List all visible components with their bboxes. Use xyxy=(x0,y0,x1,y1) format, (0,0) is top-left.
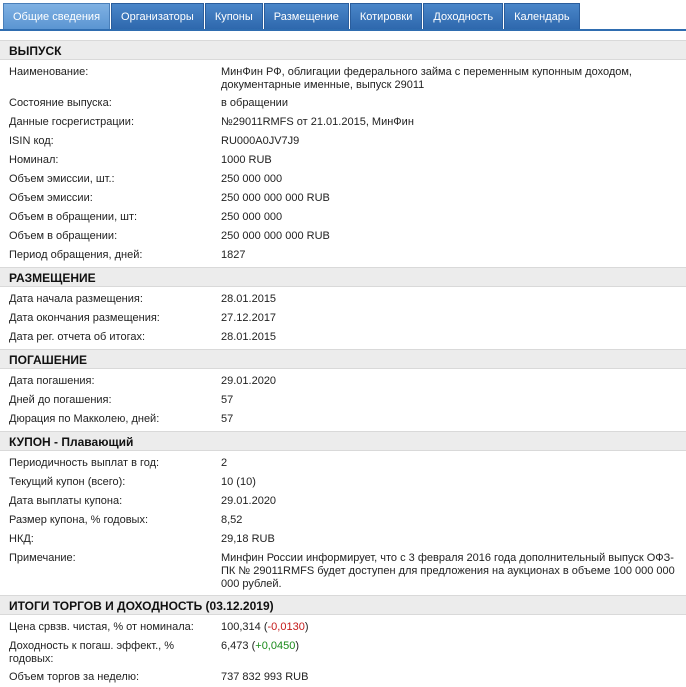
row-placement-start: Дата начала размещения: 28.01.2015 xyxy=(0,290,686,309)
field-label: Номинал: xyxy=(9,154,59,166)
section-placement-heading: РАЗМЕЩЕНИЕ xyxy=(0,267,686,287)
field-label: Объем эмиссии: xyxy=(9,192,93,204)
row-placement-end: Дата окончания размещения: 27.12.2017 xyxy=(0,309,686,328)
row-isin: ISIN код: RU000A0JV7J9 xyxy=(0,132,686,151)
field-value: 250 000 000 xyxy=(221,211,283,223)
row-coupon-date: Дата выплаты купона: 29.01.2020 xyxy=(0,492,686,511)
field-value: 6,473 (+0,0450) xyxy=(221,640,300,652)
section-redemption: Дата погашения: 29.01.2020 Дней до погаше… xyxy=(0,372,686,429)
row-accrued-interest: НКД: 29,18 RUB xyxy=(0,530,686,549)
field-value: МинФин РФ, облигации федерального займа … xyxy=(221,66,632,91)
row-price: Цена срвзв. чистая, % от номинала: 100,3… xyxy=(0,618,686,637)
row-name: Наименование: МинФин РФ, облигации федера… xyxy=(0,63,686,94)
row-weekly-volume: Объем торгов за неделю: 737 832 993 RUB xyxy=(0,668,686,687)
row-issue-volume-pcs: Объем эмиссии, шт.: 250 000 000 xyxy=(0,170,686,189)
row-payment-frequency: Периодичность выплат в год: 2 xyxy=(0,454,686,473)
field-value: 250 000 000 xyxy=(221,173,283,185)
row-issue-volume: Объем эмиссии: 250 000 000 000 RUB xyxy=(0,189,686,208)
field-value: 8,52 xyxy=(221,514,243,526)
row-maturity-date: Дата погашения: 29.01.2020 xyxy=(0,372,686,391)
section-trading: Цена срвзв. чистая, % от номинала: 100,3… xyxy=(0,618,686,687)
field-label: НКД: xyxy=(9,533,34,545)
section-coupon: Периодичность выплат в год: 2 Текущий куп… xyxy=(0,454,686,593)
field-value: Минфин России информирует, что с 3 февра… xyxy=(221,552,675,590)
field-value: 29.01.2020 xyxy=(221,495,277,507)
field-label: Объем торгов за неделю: xyxy=(9,671,140,683)
tab-coupons[interactable]: Купоны xyxy=(204,3,263,29)
field-value: 28.01.2015 xyxy=(221,331,277,343)
field-value: 28.01.2015 xyxy=(221,293,277,305)
tab-quotes[interactable]: Котировки xyxy=(349,3,423,29)
field-label: Текущий купон (всего): xyxy=(9,476,126,488)
row-yield: Доходность к погаш. эффект., % годовых: … xyxy=(0,637,686,668)
tabs: Общие сведения Организаторы Купоны Разме… xyxy=(3,3,580,29)
field-value: 100,314 (-0,0130) xyxy=(221,621,309,633)
field-label: Наименование: xyxy=(9,66,89,78)
row-circulating-volume: Объем в обращении: 250 000 000 000 RUB xyxy=(0,227,686,246)
section-placement: Дата начала размещения: 28.01.2015 Дата о… xyxy=(0,290,686,347)
row-days-to-maturity: Дней до погашения: 57 xyxy=(0,391,686,410)
section-trading-heading: ИТОГИ ТОРГОВ И ДОХОДНОСТЬ (03.12.2019) xyxy=(0,595,686,615)
field-label: Дата погашения: xyxy=(9,375,95,387)
section-redemption-heading: ПОГАШЕНИЕ xyxy=(0,349,686,369)
field-value: 27.12.2017 xyxy=(221,312,277,324)
row-circulating-pcs: Объем в обращении, шт: 250 000 000 xyxy=(0,208,686,227)
field-value: RU000A0JV7J9 xyxy=(221,135,300,147)
field-label: Периодичность выплат в год: xyxy=(9,457,160,469)
field-value: 57 xyxy=(221,394,234,406)
field-value: 1827 xyxy=(221,249,246,261)
field-value: №29011RMFS от 21.01.2015, МинФин xyxy=(221,116,414,128)
field-label: Объем эмиссии, шт.: xyxy=(9,173,115,185)
field-value: в обращении xyxy=(221,97,288,109)
field-label: Период обращения, дней: xyxy=(9,249,143,261)
field-label: Данные госрегистрации: xyxy=(9,116,134,128)
bond-info-panel: ВЫПУСК Наименование: МинФин РФ, облигации… xyxy=(0,40,686,687)
field-label: Цена срвзв. чистая, % от номинала: xyxy=(9,621,194,633)
field-label: Объем в обращении, шт: xyxy=(9,211,138,223)
field-value: 29.01.2020 xyxy=(221,375,277,387)
field-label: Размер купона, % годовых: xyxy=(9,514,149,526)
tab-organizers[interactable]: Организаторы xyxy=(111,3,204,29)
field-label: Дата начала размещения: xyxy=(9,293,143,305)
field-value: 250 000 000 000 RUB xyxy=(221,230,330,242)
tab-general-info[interactable]: Общие сведения xyxy=(3,3,111,29)
row-nominal: Номинал: 1000 RUB xyxy=(0,151,686,170)
yield-value: 6,473 xyxy=(221,640,249,652)
field-label: Дата выплаты купона: xyxy=(9,495,123,507)
row-macaulay-duration: Дюрация по Макколею, дней: 57 xyxy=(0,410,686,429)
field-value: 57 xyxy=(221,413,234,425)
price-change: -0,0130 xyxy=(267,621,305,633)
row-note: Примечание: Минфин России информирует, чт… xyxy=(0,549,686,593)
row-circulation-period: Период обращения, дней: 1827 xyxy=(0,246,686,265)
tab-bar: Общие сведения Организаторы Купоны Разме… xyxy=(0,0,686,31)
tab-calendar[interactable]: Календарь xyxy=(504,3,580,29)
price-value: 100,314 xyxy=(221,621,261,633)
tab-yield[interactable]: Доходность xyxy=(423,3,504,29)
row-placement-report: Дата рег. отчета об итогах: 28.01.2015 xyxy=(0,328,686,347)
field-value: 2 xyxy=(221,457,228,469)
row-registration: Данные госрегистрации: №29011RMFS от 21.0… xyxy=(0,113,686,132)
tab-placement[interactable]: Размещение xyxy=(263,3,349,29)
field-value: 250 000 000 000 RUB xyxy=(221,192,330,204)
section-issue-heading: ВЫПУСК xyxy=(0,40,686,60)
field-label: Доходность к погаш. эффект., % годовых: xyxy=(9,640,175,665)
field-label: Объем в обращении: xyxy=(9,230,118,242)
field-label: Дней до погашения: xyxy=(9,394,112,406)
field-value: 1000 RUB xyxy=(221,154,272,166)
yield-change: +0,0450 xyxy=(255,640,296,652)
field-label: Дюрация по Макколею, дней: xyxy=(9,413,160,425)
field-label: ISIN код: xyxy=(9,135,54,147)
field-label: Дата окончания размещения: xyxy=(9,312,160,324)
field-value: 737 832 993 RUB xyxy=(221,671,309,683)
row-status: Состояние выпуска: в обращении xyxy=(0,94,686,113)
field-label: Дата рег. отчета об итогах: xyxy=(9,331,146,343)
field-label: Примечание: xyxy=(9,552,76,564)
field-value: 29,18 RUB xyxy=(221,533,275,545)
field-label: Состояние выпуска: xyxy=(9,97,112,109)
section-issue: Наименование: МинФин РФ, облигации федера… xyxy=(0,63,686,265)
row-current-coupon: Текущий купон (всего): 10 (10) xyxy=(0,473,686,492)
field-value: 10 (10) xyxy=(221,476,256,488)
section-coupon-heading: КУПОН - Плавающий xyxy=(0,431,686,451)
row-coupon-rate: Размер купона, % годовых: 8,52 xyxy=(0,511,686,530)
